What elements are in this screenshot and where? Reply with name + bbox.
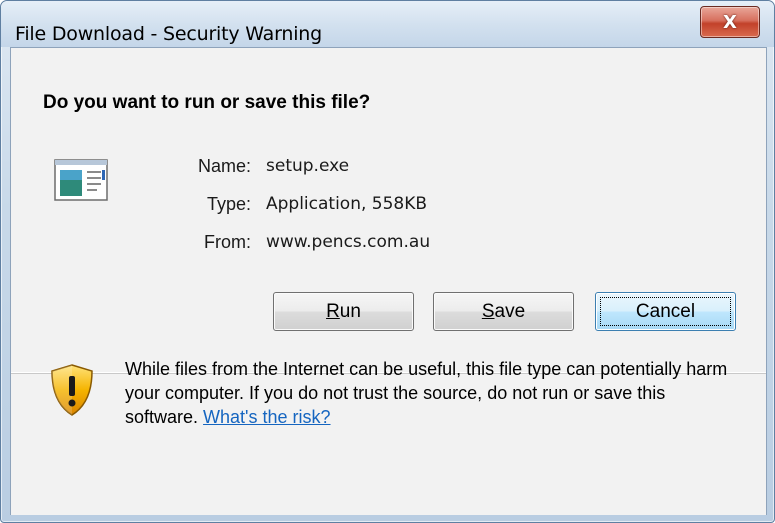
run-button[interactable]: Run — [273, 292, 414, 331]
from-row: From: — [151, 232, 251, 256]
dialog-body: Do you want to run or save this file? Na… — [10, 47, 767, 515]
type-value-row: Application, 558KB — [266, 194, 566, 218]
save-accelerator: S — [481, 300, 495, 322]
file-type-value: Application, 558KB — [266, 194, 428, 214]
cancel-button[interactable]: Cancel — [595, 292, 736, 331]
from-label: From: — [204, 232, 251, 252]
run-accelerator: R — [326, 300, 340, 322]
file-source-value: www.pencs.com.au — [266, 232, 431, 252]
window-title: File Download - Security Warning — [15, 23, 322, 45]
run-button-label: Run — [326, 301, 361, 323]
name-value-row: setup.exe — [266, 156, 566, 180]
save-button-label: Save — [482, 301, 525, 323]
name-row: Name: — [151, 156, 251, 180]
warning-message: While files from the Internet can be use… — [125, 357, 735, 429]
type-row: Type: — [151, 194, 251, 218]
save-label-rest: ave — [494, 300, 526, 322]
file-info-panel: Do you want to run or save this file? Na… — [11, 48, 766, 372]
run-label-rest: un — [339, 300, 361, 322]
save-button[interactable]: Save — [433, 292, 574, 331]
from-value-row: www.pencs.com.au — [266, 232, 566, 256]
application-file-icon — [54, 159, 108, 201]
name-label: Name: — [197, 156, 251, 176]
dialog-question: Do you want to run or save this file? — [43, 92, 371, 113]
file-name-value: setup.exe — [266, 156, 350, 176]
whats-the-risk-link[interactable]: What's the risk? — [203, 407, 330, 427]
close-button[interactable]: X — [700, 6, 760, 38]
security-warning-dialog: File Download - Security Warning X Do yo… — [0, 0, 775, 523]
type-label: Type: — [206, 194, 251, 214]
title-bar[interactable]: File Download - Security Warning X — [1, 1, 774, 47]
focus-rectangle — [600, 297, 731, 326]
security-shield-icon — [51, 364, 93, 416]
close-icon: X — [723, 11, 737, 33]
